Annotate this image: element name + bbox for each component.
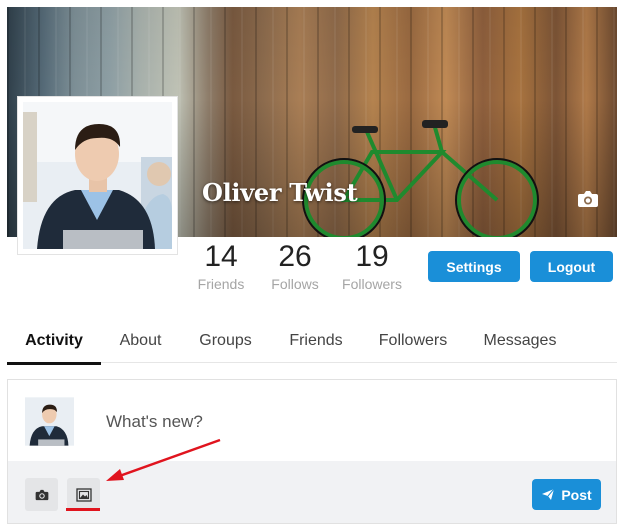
composer-avatar: [25, 397, 74, 446]
post-button[interactable]: Post: [532, 479, 601, 510]
stat-followers-label: Followers: [342, 276, 402, 292]
tab-messages[interactable]: Messages: [465, 318, 575, 363]
profile-name: Oliver Twist: [202, 178, 358, 207]
stat-followers-count: 19: [355, 240, 389, 273]
post-composer: Post: [7, 379, 617, 524]
bicycle-illustration: [302, 120, 539, 237]
add-photo-button[interactable]: [25, 478, 58, 511]
tab-friends[interactable]: Friends: [271, 318, 361, 363]
stat-friends[interactable]: 14 Friends: [186, 240, 256, 292]
stat-follows-count: 26: [278, 240, 312, 273]
annotation-underline: [66, 508, 100, 511]
avatar-photo: [23, 102, 172, 249]
whats-new-input[interactable]: [106, 412, 506, 432]
tab-followers[interactable]: Followers: [361, 318, 465, 363]
image-frame-icon: [75, 487, 92, 502]
send-icon: [542, 488, 555, 500]
post-button-label: Post: [561, 486, 592, 503]
annotation-arrow-icon: [106, 438, 221, 481]
profile-tabs: Activity About Groups Friends Followers …: [7, 318, 617, 365]
person-at-laptop-image: [23, 102, 172, 249]
stat-follows[interactable]: 26 Follows: [260, 240, 330, 292]
change-cover-camera-icon[interactable]: [577, 190, 599, 208]
profile-avatar[interactable]: [17, 96, 178, 255]
settings-button[interactable]: Settings: [428, 251, 520, 282]
tab-activity[interactable]: Activity: [7, 318, 101, 365]
stat-friends-count: 14: [204, 240, 238, 273]
profile-stats: 14 Friends 26 Follows 19 Followers: [186, 240, 414, 292]
tab-about[interactable]: About: [101, 318, 180, 363]
stat-followers[interactable]: 19 Followers: [334, 240, 410, 292]
tab-groups[interactable]: Groups: [180, 318, 271, 363]
stat-follows-label: Follows: [271, 276, 319, 292]
logout-button[interactable]: Logout: [530, 251, 613, 282]
stat-friends-label: Friends: [197, 276, 245, 292]
camera-icon: [35, 489, 48, 500]
add-media-button[interactable]: [67, 478, 100, 511]
composer-avatar-image: [25, 397, 74, 446]
